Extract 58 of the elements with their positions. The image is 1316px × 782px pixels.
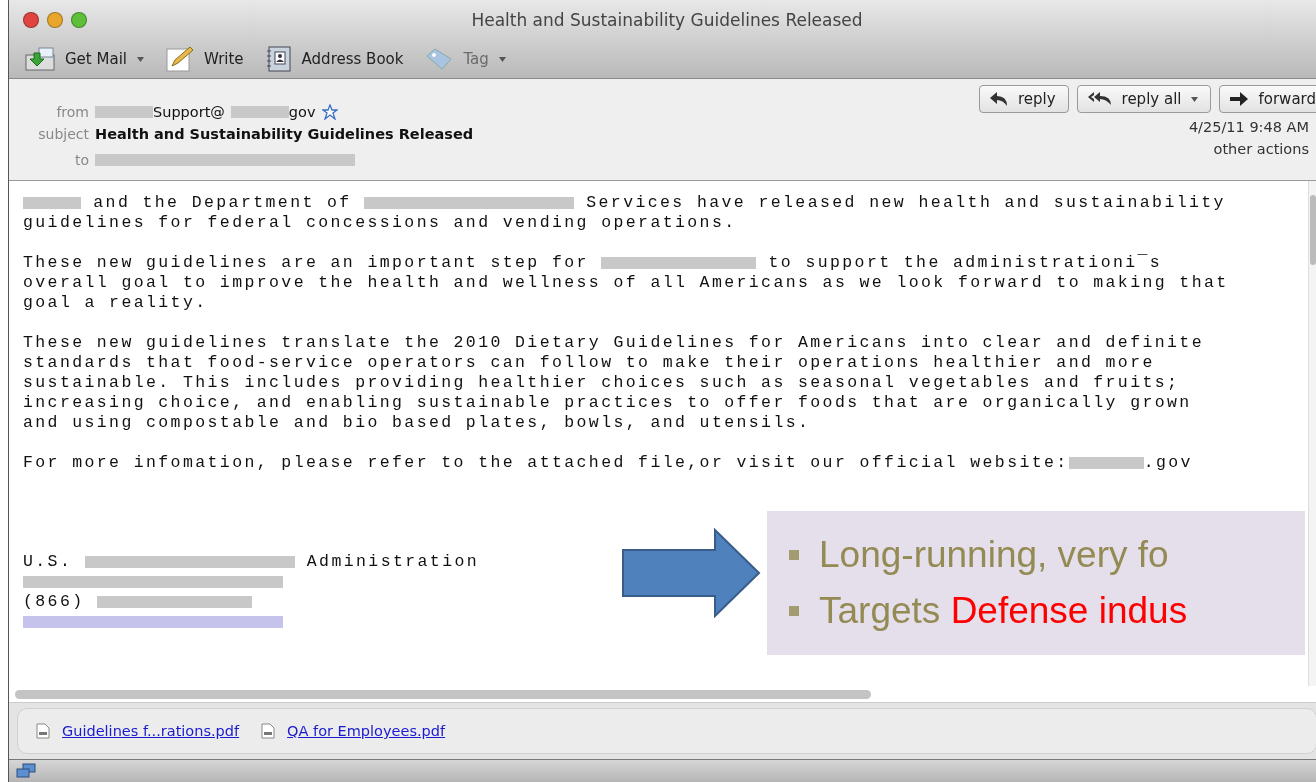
message-action-button[interactable]: reply: [978, 85, 1069, 113]
reply-arrow-icon: [989, 92, 1008, 106]
body-text: These new guidelines are an important step for: [23, 253, 590, 273]
attachment-link[interactable]: Guidelines f...rations.pdf: [36, 723, 240, 739]
redaction-bar: [95, 106, 153, 118]
inbox-icon: [25, 47, 55, 71]
body-text: sustainable. This includes providing healthier choices such as seasonal vegetables and fruits;: [23, 373, 1180, 393]
sender-address: gov: [288, 104, 316, 120]
right-arrow-icon: [621, 528, 763, 618]
body-text: and using compostable and bio based plates, bowls, and utensils.: [23, 413, 811, 433]
redaction-bar: [23, 197, 81, 209]
body-text: to support the administrationi¯s: [767, 253, 1163, 273]
bullet-icon: [789, 606, 799, 616]
subject-label: subject: [37, 126, 89, 142]
toolbar-button[interactable]: Get Mail: [25, 47, 144, 71]
body-text: U.S.: [23, 552, 74, 572]
attachment-link[interactable]: QA for Employees.pdf: [261, 723, 446, 739]
reply-all-arrow-icon: [1087, 92, 1112, 106]
pencil-icon: [166, 46, 194, 72]
sender-address: Support@: [153, 104, 225, 120]
body-text: overall goal to improve the health and wellness of all Americans as we look forward to making that: [23, 273, 1229, 293]
toolbar-button[interactable]: Address Book: [265, 46, 404, 72]
body-text: guidelines for federal concessions and vending operations.: [23, 213, 737, 233]
star-icon[interactable]: [321, 104, 338, 120]
forward-arrow-icon: [1230, 92, 1249, 106]
horizontal-scrollbar[interactable]: [15, 689, 871, 699]
body-text: For more infomation, please refer to the attached file,or visit our official website:: [23, 453, 1069, 473]
message-action-button[interactable]: forward: [1219, 85, 1316, 113]
zoom-button[interactable]: [71, 12, 87, 28]
tag-icon: [425, 48, 454, 70]
body-text: Administration: [305, 552, 480, 572]
file-icon: [36, 723, 50, 739]
message-action-button[interactable]: reply all: [1076, 85, 1212, 113]
close-button[interactable]: [23, 12, 39, 28]
body-text: These new guidelines translate the 2010 Dietary Guidelines for Americans into clear and definite: [23, 333, 1204, 353]
body-text: (866): [23, 592, 86, 612]
file-icon: [261, 723, 276, 739]
other-actions-link[interactable]: other actions: [1213, 141, 1309, 157]
redaction-bar: [230, 106, 289, 118]
toolbar-button[interactable]: Write: [166, 46, 244, 72]
bullet-icon: [789, 550, 799, 560]
window-title: Health and Sustainability Guidelines Released: [470, 10, 864, 30]
network-icon: [15, 763, 37, 779]
body-text: goal a reality.: [23, 293, 208, 313]
body-text: increasing choice, and enabling sustainable practices to offer foods that are organically grown: [23, 393, 1192, 413]
vertical-scrollbar[interactable]: [1308, 181, 1316, 686]
address-book-icon: [265, 46, 292, 72]
body-text: .gov: [1143, 453, 1193, 473]
from-label: from: [55, 104, 89, 120]
callout-text: Long-running, very fo: [819, 534, 1169, 576]
message-date: 4/25/11 9:48 AM: [1188, 119, 1309, 135]
to-label: to: [73, 152, 89, 168]
minimize-button[interactable]: [47, 12, 63, 28]
subject-text: Health and Sustainability Guidelines Released: [95, 126, 474, 142]
body-text: and the Department of: [92, 193, 353, 213]
body-text: standards that food-service operators can follow to make their operations healthier and more: [23, 353, 1155, 373]
callout-text: Targets Defense indus: [819, 590, 1188, 632]
body-text: Services have released new health and sustainability: [585, 193, 1226, 213]
